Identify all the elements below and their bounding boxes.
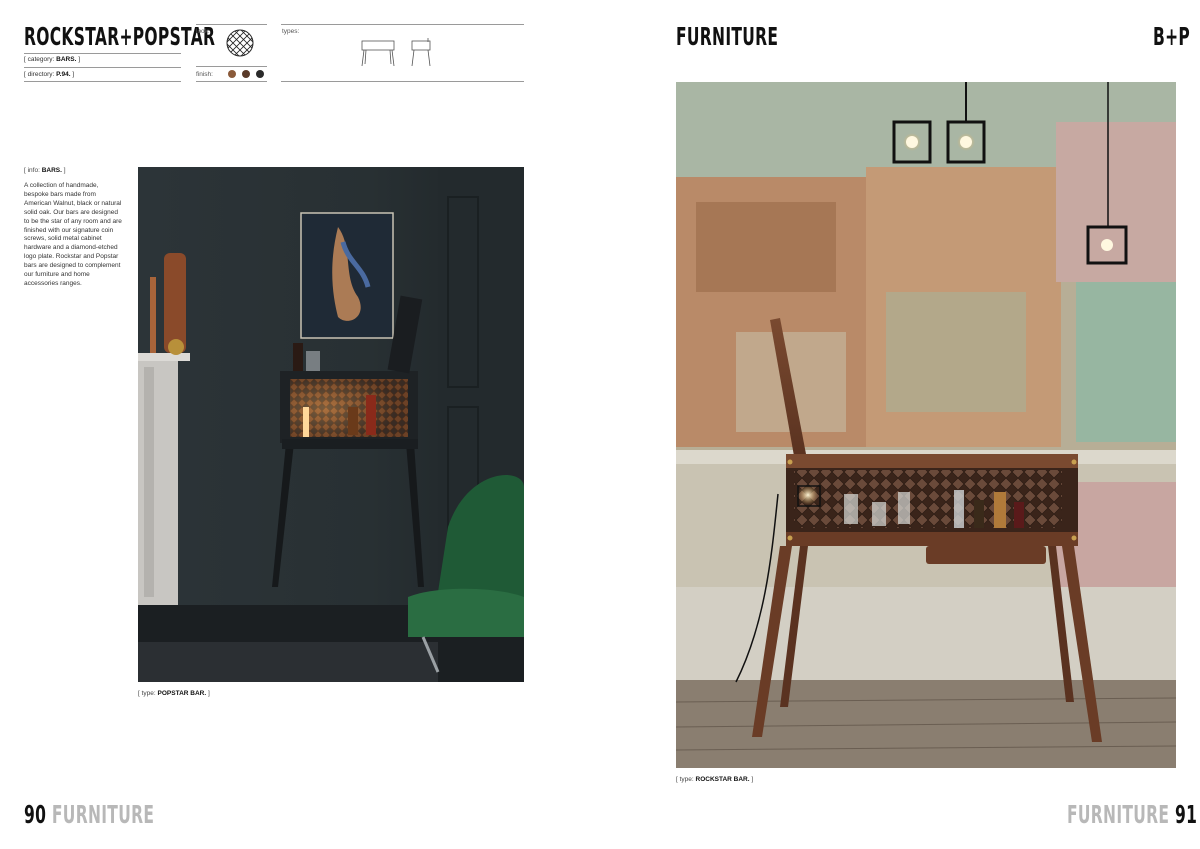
info-suffix: ] bbox=[61, 167, 66, 174]
finish-swatch-dark-walnut bbox=[242, 70, 250, 78]
divider bbox=[196, 24, 267, 25]
divider bbox=[281, 81, 524, 82]
left-folio: 90 FURNITURE bbox=[24, 800, 154, 829]
caption-suffix: ] bbox=[749, 776, 754, 783]
folio-section: FURNITURE bbox=[51, 800, 155, 829]
caption-value: POPSTAR BAR. bbox=[157, 690, 207, 697]
rockstar-caption: [ type: ROCKSTAR BAR. ] bbox=[676, 776, 753, 783]
divider bbox=[196, 66, 267, 67]
caption-suffix: ] bbox=[206, 690, 210, 697]
divider bbox=[281, 24, 524, 25]
directory-prefix: [ directory: bbox=[24, 71, 57, 78]
finish-swatch-walnut bbox=[228, 70, 236, 78]
category-value: BARS. bbox=[56, 56, 77, 63]
finish-label: finish: bbox=[196, 71, 213, 78]
popstar-bar-outline-icon bbox=[411, 38, 431, 67]
info-value: BARS. bbox=[41, 167, 62, 174]
page-number: 91 bbox=[1175, 800, 1198, 829]
caption-prefix: [ type: bbox=[676, 776, 696, 783]
divider bbox=[24, 81, 181, 82]
caption-value: ROCKSTAR BAR. bbox=[695, 776, 750, 783]
popstar-caption: [ type: POPSTAR BAR. ] bbox=[138, 690, 210, 697]
category-prefix: [ category: bbox=[24, 56, 57, 63]
info-tag: [ info: BARS. ] bbox=[24, 167, 66, 174]
caption-prefix: [ type: bbox=[138, 690, 158, 697]
section-title: FURNITURE bbox=[676, 22, 779, 51]
info-prefix: [ info: bbox=[24, 167, 42, 174]
directory-line: [ directory: P.94. ] bbox=[24, 71, 74, 78]
divider bbox=[24, 53, 181, 54]
brand-logo: B+P bbox=[1153, 22, 1191, 51]
look-label: look: bbox=[196, 28, 210, 35]
directory-suffix: ] bbox=[70, 71, 75, 78]
finish-swatch-black bbox=[256, 70, 264, 78]
page-number: 90 bbox=[24, 800, 47, 829]
divider bbox=[196, 81, 267, 82]
product-title: ROCKSTAR+POPSTAR bbox=[24, 22, 216, 51]
divider bbox=[24, 67, 181, 68]
diamond-pattern-icon bbox=[226, 29, 254, 57]
right-folio: FURNITURE 91 bbox=[1067, 800, 1197, 829]
popstar-bar-photo bbox=[138, 167, 524, 682]
category-suffix: ] bbox=[76, 56, 81, 63]
rockstar-bar-photo bbox=[676, 82, 1176, 768]
folio-section: FURNITURE bbox=[1067, 800, 1170, 829]
category-line: [ category: BARS. ] bbox=[24, 56, 80, 63]
rockstar-bar-outline-icon bbox=[361, 40, 395, 67]
directory-value: P.94. bbox=[56, 71, 71, 78]
info-description: A collection of handmade, bespoke bars m… bbox=[24, 182, 122, 287]
types-label: types: bbox=[282, 28, 300, 35]
